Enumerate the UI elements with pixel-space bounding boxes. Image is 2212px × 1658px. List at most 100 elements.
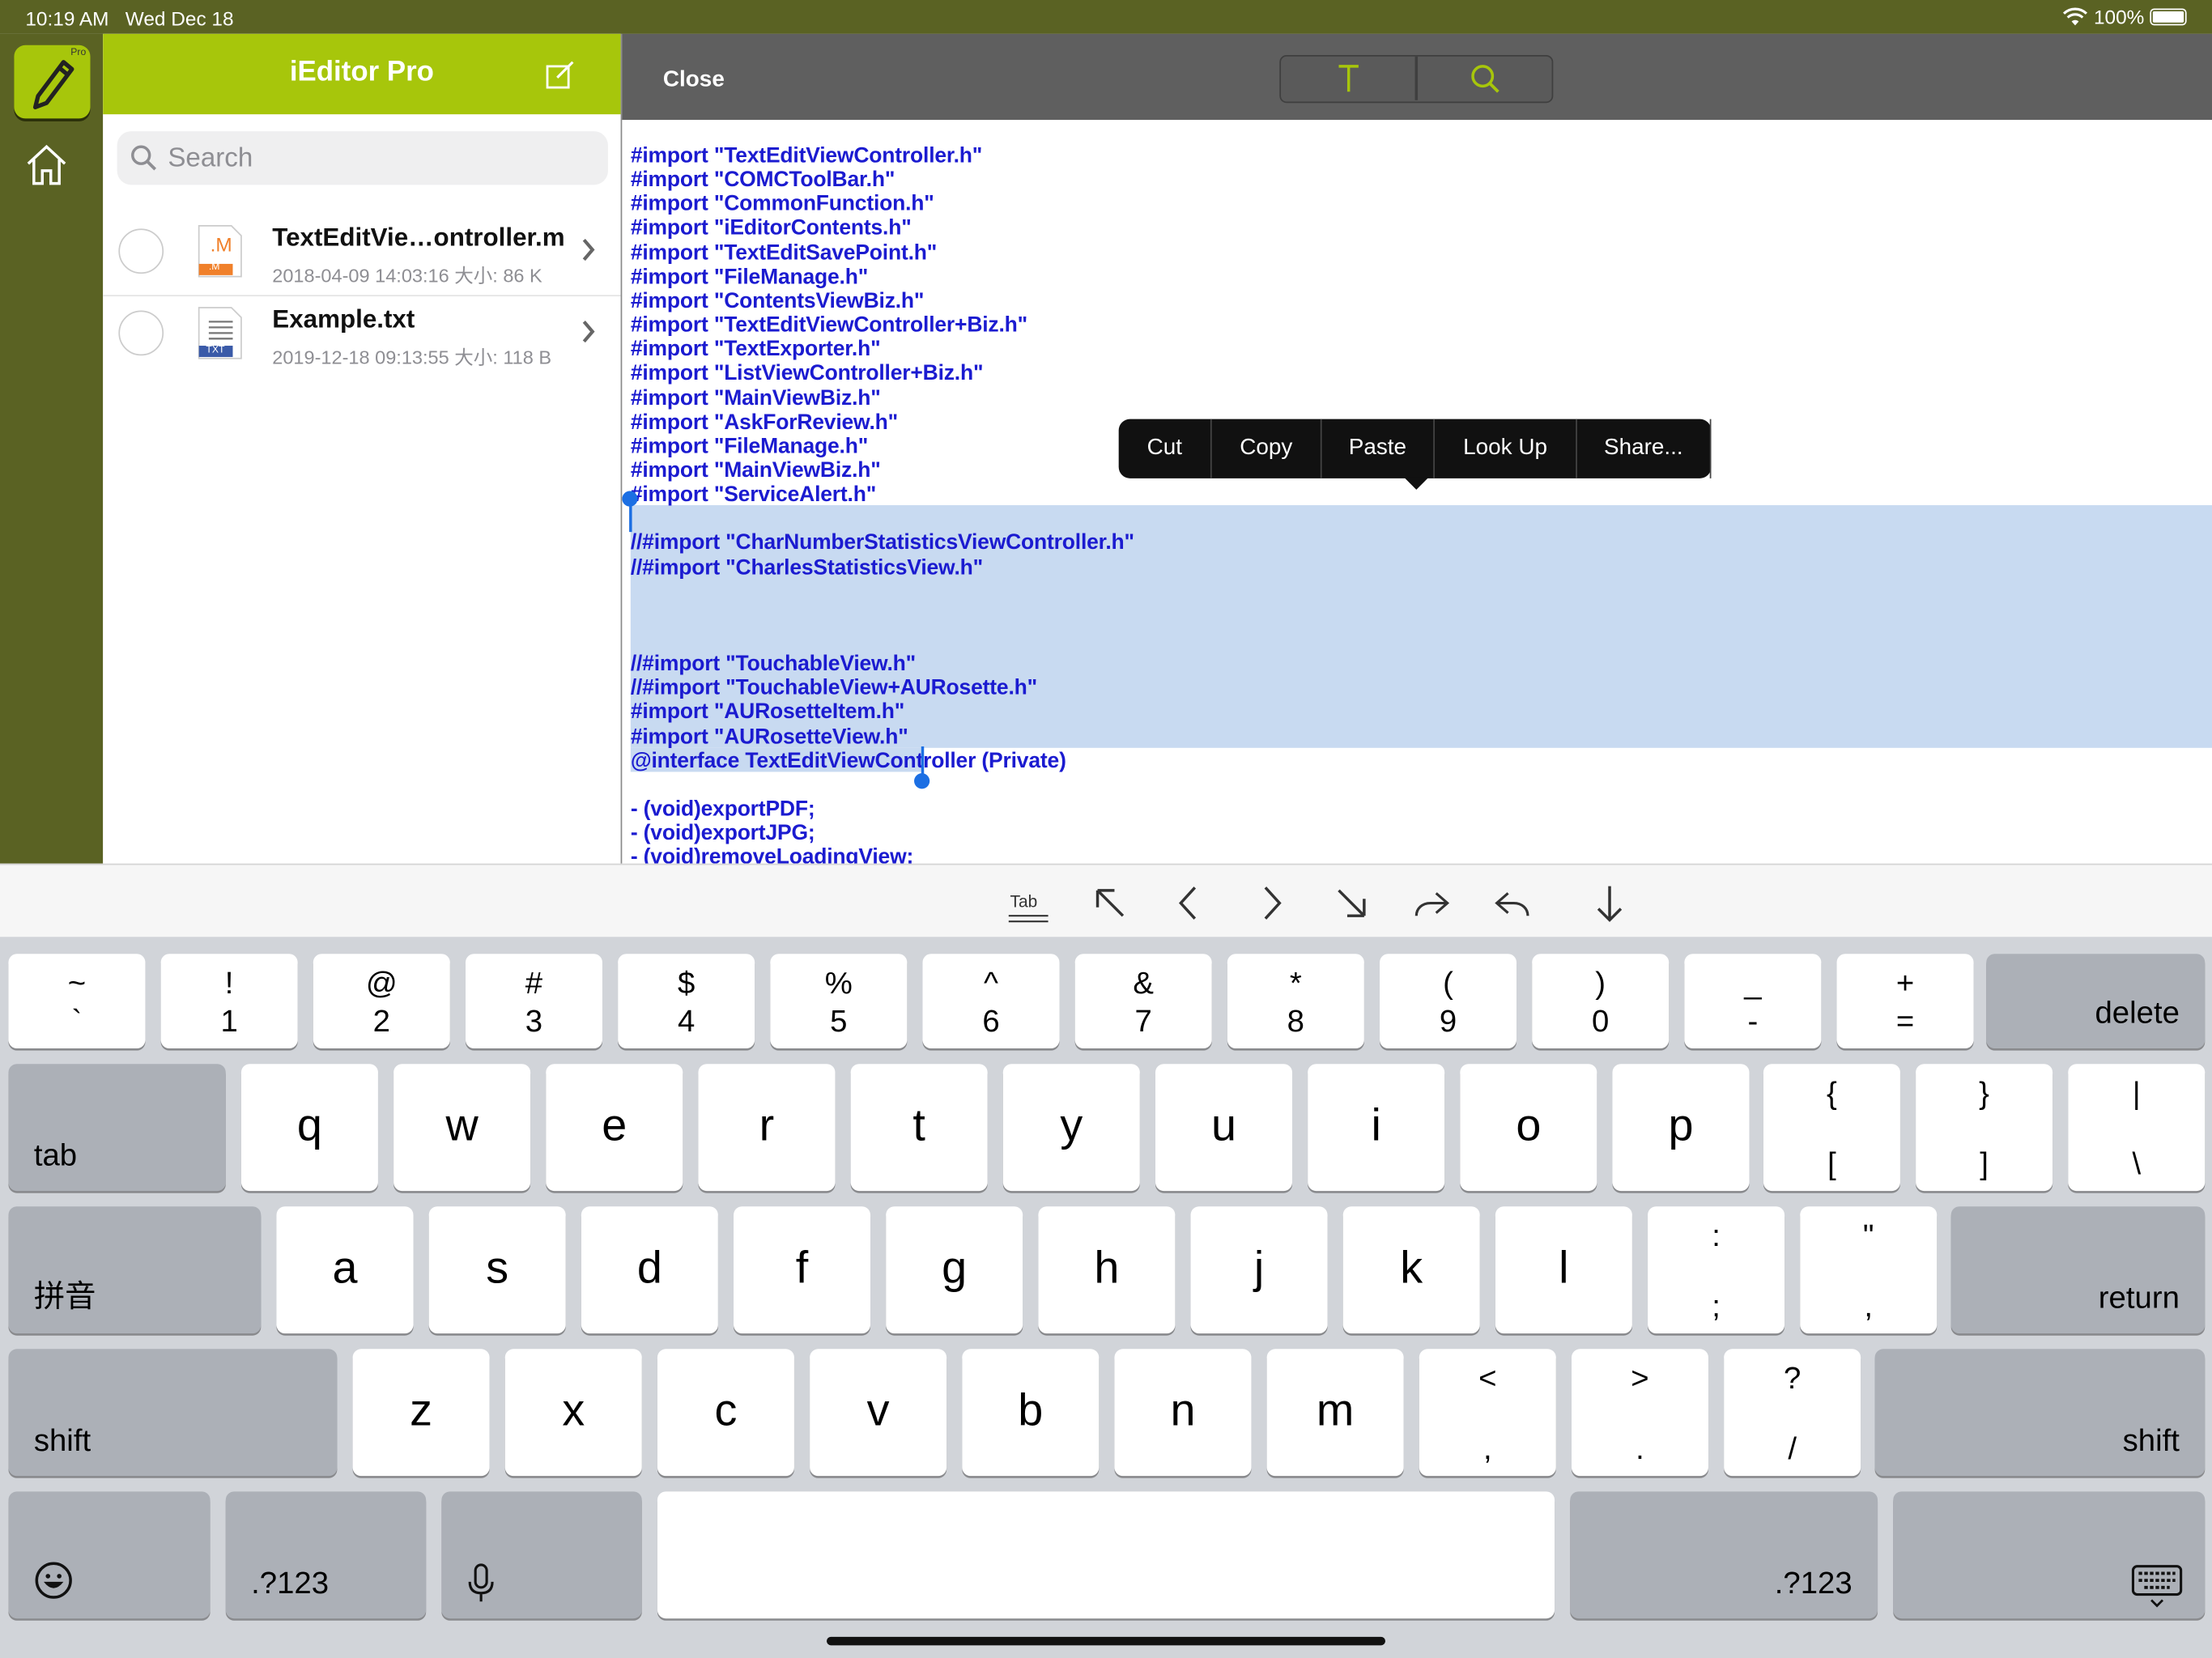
code-editor[interactable]: #import "TextEditViewController.h" #impor…: [622, 120, 2212, 864]
symbol-key[interactable]: ",: [1800, 1206, 1938, 1334]
letter-key[interactable]: t: [850, 1064, 988, 1192]
pinyin-key[interactable]: 拼音: [8, 1206, 262, 1334]
key-bottom-label: \: [2132, 1146, 2142, 1181]
letter-key[interactable]: f: [734, 1206, 871, 1334]
code-line: #import "TextEditSavePoint.h": [630, 240, 938, 265]
numbers-key[interactable]: .?123: [225, 1491, 427, 1619]
letter-key[interactable]: k: [1342, 1206, 1480, 1334]
number-key[interactable]: ^ 6: [922, 954, 1060, 1049]
arrow-down-right-icon[interactable]: [1330, 882, 1372, 924]
selection-start-knob[interactable]: [622, 491, 638, 507]
paste-menu-item[interactable]: Paste: [1322, 419, 1435, 478]
number-key[interactable]: ) 0: [1532, 954, 1670, 1049]
letter-key[interactable]: c: [657, 1349, 794, 1477]
copy-menu-item[interactable]: Copy: [1212, 419, 1322, 478]
file-type-label: .M: [210, 232, 232, 256]
letter-key[interactable]: j: [1190, 1206, 1328, 1334]
symbol-key[interactable]: | \: [2068, 1064, 2206, 1192]
file-row[interactable]: .M .M TextEditVie…ontroller.m 2018-04-09…: [103, 213, 620, 295]
letter-key[interactable]: l: [1495, 1206, 1632, 1334]
letter-key[interactable]: i: [1308, 1064, 1445, 1192]
number-key[interactable]: + =: [1836, 954, 1974, 1049]
dismiss-keyboard-key[interactable]: [1893, 1491, 2206, 1619]
letter-key[interactable]: q: [240, 1064, 378, 1192]
file-type-badge: TXT: [206, 346, 225, 356]
letter-key[interactable]: v: [810, 1349, 947, 1477]
tab-button[interactable]: Tab: [1007, 882, 1049, 924]
letter-key[interactable]: g: [886, 1206, 1023, 1334]
numbers-key-right[interactable]: .?123: [1570, 1491, 1878, 1619]
number-key[interactable]: * 8: [1227, 954, 1364, 1049]
cut-menu-item[interactable]: Cut: [1119, 419, 1212, 478]
letter-key[interactable]: s: [428, 1206, 566, 1334]
left-shift-key[interactable]: shift: [8, 1349, 338, 1477]
number-key[interactable]: & 7: [1074, 954, 1212, 1049]
letter-key[interactable]: x: [504, 1349, 642, 1477]
space-key[interactable]: [657, 1491, 1555, 1619]
redo-icon[interactable]: [1410, 882, 1453, 924]
number-key[interactable]: % 5: [770, 954, 908, 1049]
number-key[interactable]: ! 1: [160, 954, 298, 1049]
number-key[interactable]: #3: [465, 954, 602, 1049]
letter-key[interactable]: e: [546, 1064, 683, 1192]
symbol-key[interactable]: ? /: [1724, 1349, 1861, 1477]
letter-key[interactable]: u: [1155, 1064, 1292, 1192]
letter-key[interactable]: r: [698, 1064, 836, 1192]
undo-icon[interactable]: [1491, 882, 1534, 924]
key-label: t: [912, 1099, 925, 1150]
key-label: j: [1253, 1241, 1265, 1293]
text-icon: [1338, 65, 1359, 92]
key-bottom-label: =: [1895, 1003, 1915, 1039]
letter-key[interactable]: b: [962, 1349, 1100, 1477]
selection-end-knob[interactable]: [914, 773, 930, 789]
compose-icon[interactable]: [543, 57, 577, 91]
number-key[interactable]: @2: [313, 954, 450, 1049]
return-key[interactable]: return: [1950, 1206, 2206, 1334]
letter-key[interactable]: z: [352, 1349, 490, 1477]
letter-key[interactable]: n: [1114, 1349, 1252, 1477]
symbol-key[interactable]: :;: [1648, 1206, 1785, 1334]
symbol-key[interactable]: <,: [1419, 1349, 1556, 1477]
number-key[interactable]: (9: [1380, 954, 1517, 1049]
file-name: Example.txt: [272, 304, 415, 334]
delete-key[interactable]: delete: [1986, 954, 2206, 1049]
symbol-key[interactable]: >.: [1571, 1349, 1708, 1477]
file-row[interactable]: TXT Example.txt 2019-12-18 09:13:55 大小: …: [103, 295, 620, 376]
home-icon[interactable]: [23, 141, 70, 189]
close-button[interactable]: Close: [663, 68, 725, 93]
letter-key[interactable]: p: [1612, 1064, 1750, 1192]
search-input[interactable]: [164, 131, 594, 188]
number-key[interactable]: $4: [618, 954, 755, 1049]
arrow-left-icon[interactable]: [1168, 882, 1210, 924]
symbol-key[interactable]: {[: [1763, 1064, 1900, 1192]
text-format-button[interactable]: [1281, 57, 1416, 100]
find-button[interactable]: [1418, 57, 1553, 100]
tab-key[interactable]: tab: [8, 1064, 226, 1192]
dictation-key[interactable]: [441, 1491, 642, 1619]
letter-key[interactable]: y: [1002, 1064, 1140, 1192]
letter-key[interactable]: m: [1266, 1349, 1404, 1477]
arrow-up-left-icon[interactable]: [1089, 882, 1131, 924]
symbol-key[interactable]: }]: [1916, 1064, 2053, 1192]
key-bottom-label: 5: [830, 1003, 848, 1039]
select-radio[interactable]: [118, 310, 164, 356]
letter-key[interactable]: h: [1038, 1206, 1176, 1334]
key-top-label: &: [1133, 965, 1154, 1001]
letter-key[interactable]: a: [276, 1206, 414, 1334]
emoji-key[interactable]: [8, 1491, 211, 1619]
app-logo[interactable]: Pro: [14, 45, 91, 119]
letter-key[interactable]: d: [581, 1206, 718, 1334]
look-up-menu-item[interactable]: Look Up: [1435, 419, 1577, 478]
key-top-label: !: [224, 965, 234, 1001]
arrow-right-icon[interactable]: [1250, 882, 1292, 924]
arrow-down-icon[interactable]: [1589, 882, 1631, 924]
number-key[interactable]: ~ `: [8, 954, 146, 1049]
share-menu-item[interactable]: Share...: [1577, 419, 1712, 478]
letter-key[interactable]: w: [393, 1064, 531, 1192]
select-radio[interactable]: [118, 228, 164, 274]
right-shift-key[interactable]: shift: [1874, 1349, 2206, 1477]
number-key[interactable]: _ -: [1684, 954, 1822, 1049]
letter-key[interactable]: o: [1460, 1064, 1597, 1192]
code-line: #import "ContentsViewBiz.h": [630, 289, 925, 313]
search-field[interactable]: [117, 131, 608, 188]
